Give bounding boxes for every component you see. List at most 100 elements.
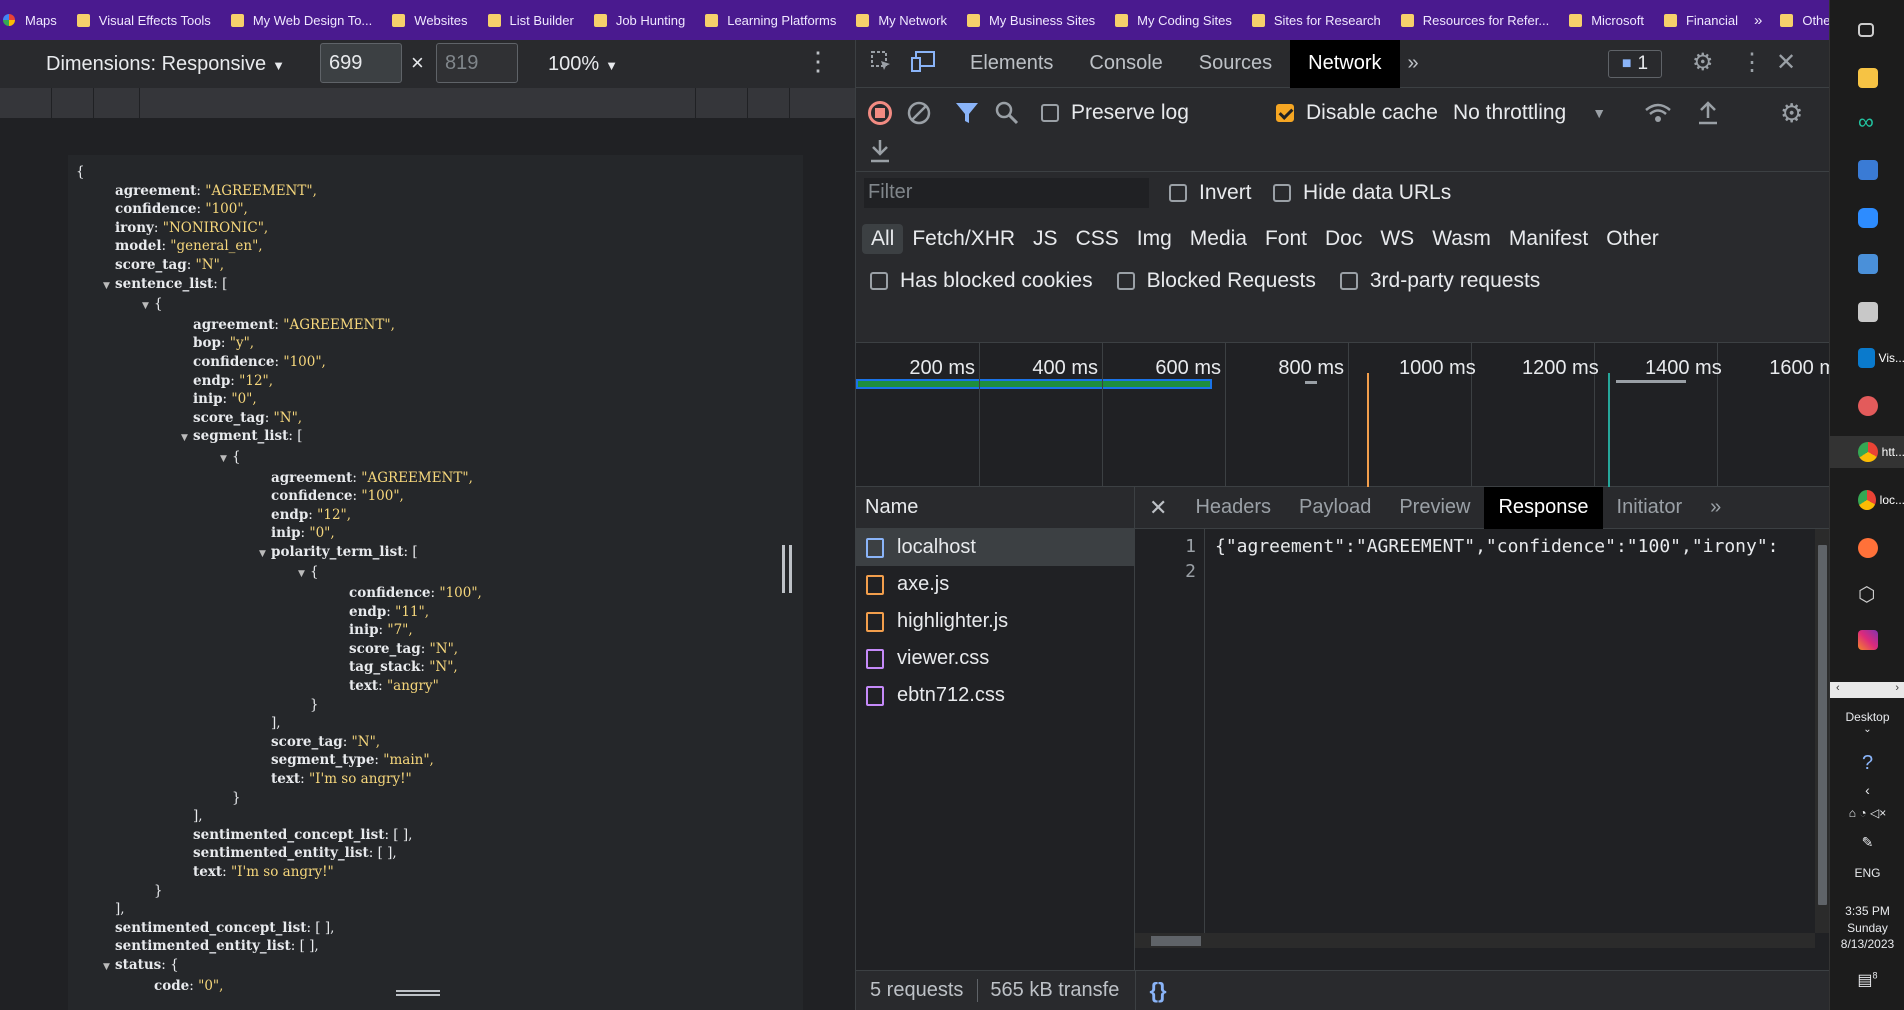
taskbar-widget-icon[interactable] [1830,14,1904,46]
collapse-toggle-icon[interactable]: ▼ [103,958,115,977]
remote-desktop-icon[interactable] [1830,154,1904,186]
device-toolbar-icon[interactable] [902,49,944,79]
json-line[interactable]: ▼ sentence_list: [ [76,275,482,296]
chrome-window-localhost-icon[interactable]: loc... [1830,484,1904,516]
infinity-app-icon[interactable]: ∞ [1830,106,1904,138]
tab-elements[interactable]: Elements [952,40,1071,88]
type-filter-ws[interactable]: WS [1371,224,1423,254]
bookmark-item[interactable]: List Builder [487,13,574,28]
detail-tab-initiator[interactable]: Initiator [1603,487,1697,529]
json-line[interactable]: ▼ status: { [76,956,482,977]
type-filter-other[interactable]: Other [1597,224,1668,254]
inspect-element-icon[interactable] [860,49,902,79]
json-line[interactable]: ▼ segment_list: [ [76,427,482,448]
json-line[interactable]: ▼{ [76,563,482,584]
zoom-dropdown[interactable]: 100% ▼ [548,53,618,76]
more-options-icon[interactable]: ⋮ [1740,48,1764,77]
settings-gear-icon[interactable]: ⚙ [1692,48,1714,77]
name-column-header[interactable]: Name [856,487,1134,529]
disable-cache-checkbox[interactable]: Disable cache [1276,98,1438,128]
record-button[interactable] [868,98,892,128]
collapse-toggle-icon[interactable]: ▼ [259,545,271,564]
bookmark-item[interactable]: Resources for Refer... [1400,13,1549,28]
snipping-tool-icon[interactable] [1830,390,1904,422]
detail-tab-headers[interactable]: Headers [1181,487,1285,529]
invert-checkbox[interactable]: Invert [1169,178,1252,208]
detail-tab-payload[interactable]: Payload [1285,487,1385,529]
settings-app-icon[interactable]: ⬡ [1830,578,1904,610]
collapse-toggle-icon[interactable]: ▼ [103,277,115,296]
request-row[interactable]: ebtn712.css [856,677,1134,714]
height-input[interactable]: 819 [436,43,518,83]
viewport-bottom-resize-handle[interactable] [396,990,440,996]
tab-network[interactable]: Network [1290,39,1400,88]
detail-tab-preview[interactable]: Preview [1385,487,1484,529]
vscode-icon[interactable]: Vis... [1830,342,1904,374]
close-detail-icon[interactable]: ✕ [1135,487,1181,529]
clear-button[interactable] [906,98,932,128]
bookmark-item[interactable]: Sites for Research [1251,13,1381,28]
other-bookmarks[interactable]: Other bookmarks [1780,13,1829,28]
detail-tab-response[interactable]: Response [1484,486,1603,529]
bookmark-item[interactable]: My Coding Sites [1115,13,1232,28]
request-row[interactable]: axe.js [856,566,1134,603]
horizontal-scrollbar[interactable] [1135,933,1815,948]
type-filter-manifest[interactable]: Manifest [1500,224,1597,254]
pen-icon[interactable]: ✎ [1830,834,1904,851]
collapse-toggle-icon[interactable]: ▼ [298,565,310,584]
tab-sources[interactable]: Sources [1181,40,1290,88]
preserve-log-checkbox[interactable]: Preserve log [1041,98,1189,128]
bookmark-item[interactable]: Job Hunting [593,13,685,28]
file-explorer-icon[interactable] [1830,62,1904,94]
type-filter-media[interactable]: Media [1181,224,1256,254]
third-party-requests-checkbox[interactable]: 3rd-party requests [1339,269,1540,293]
type-filter-all[interactable]: All [862,224,904,254]
computer-app-icon[interactable] [1830,248,1904,280]
type-filter-wasm[interactable]: Wasm [1423,224,1500,254]
json-line[interactable]: ▼{ [76,295,482,316]
request-row[interactable]: highlighter.js [856,603,1134,640]
collapse-toggle-icon[interactable]: ▼ [142,297,154,316]
type-filter-css[interactable]: CSS [1067,224,1128,254]
type-filter-doc[interactable]: Doc [1316,224,1371,254]
bookmark-item[interactable]: Learning Platforms [705,13,836,28]
json-line[interactable]: ▼{ [76,448,482,469]
notification-icon[interactable]: ▤8 [1830,970,1904,990]
more-tabs-icon[interactable]: » [1400,40,1427,88]
help-icon[interactable]: ? [1830,752,1904,775]
pretty-print-button[interactable]: {} [1135,970,1180,1010]
export-har-button[interactable] [868,136,892,166]
request-row[interactable]: localhost [856,529,1134,566]
throttling-dropdown[interactable]: No throttling ▼ [1453,98,1606,128]
filter-toggle-button[interactable] [954,98,980,128]
has-blocked-cookies-checkbox[interactable]: Has blocked cookies [870,269,1093,293]
type-filter-font[interactable]: Font [1256,224,1316,254]
virtualbox-icon[interactable] [1830,296,1904,328]
language-indicator[interactable]: ENG [1830,866,1904,880]
viewport-resize-handle[interactable] [782,545,792,593]
network-settings-button[interactable]: ⚙ [1780,98,1803,128]
chevron-left-icon[interactable]: ‹ [1830,782,1904,798]
instagram-icon[interactable] [1830,624,1904,656]
network-overview-timeline[interactable]: 200 ms 400 ms 600 ms 800 ms 1000 ms 1200 ms 14… [856,342,1841,488]
desktop-label[interactable]: Desktop [1830,710,1904,724]
clock-time[interactable]: 3:35 PM [1830,904,1904,918]
bookmark-item[interactable]: Financial [1663,13,1738,28]
zoom-app-icon[interactable] [1830,202,1904,234]
media-query-ruler[interactable] [0,88,855,118]
type-filter-js[interactable]: JS [1024,224,1067,254]
width-input[interactable]: 699 [320,43,402,83]
bookmark-item[interactable]: Visual Effects Tools [76,13,211,28]
json-line[interactable]: ▼ polarity_term_list: [ [76,543,482,564]
taskbar-scroll-arrows[interactable]: ‹ › [1830,682,1904,698]
bookmark-item[interactable]: Maps [0,13,57,28]
hide-data-urls-checkbox[interactable]: Hide data URLs [1273,178,1451,208]
firefox-icon[interactable] [1830,532,1904,564]
close-devtools-icon[interactable]: ✕ [1776,48,1796,77]
bookmark-item[interactable]: Microsoft [1569,13,1644,28]
dimensions-dropdown[interactable]: Dimensions: Responsive ▼ [46,53,285,76]
type-filter-img[interactable]: Img [1128,224,1181,254]
issues-badge[interactable]: ■ 1 [1608,50,1662,78]
type-filter-fetchxhr[interactable]: Fetch/XHR [903,224,1024,254]
network-conditions-button[interactable] [1644,98,1672,128]
